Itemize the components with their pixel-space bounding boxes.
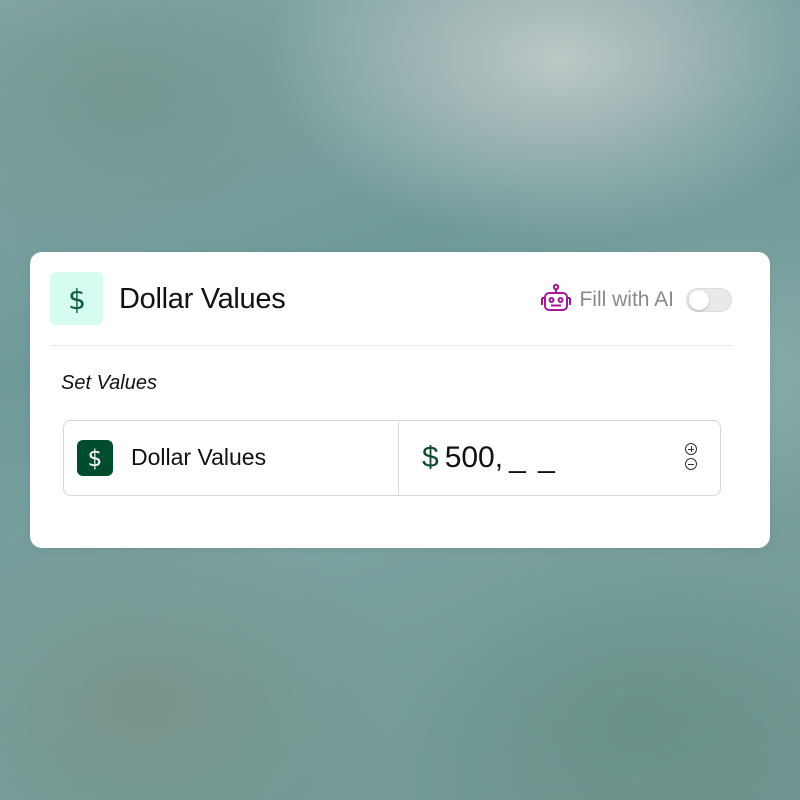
fill-with-ai-toggle[interactable] xyxy=(686,288,732,312)
dollar-value-input[interactable]: $ 500, _ _ xyxy=(422,441,557,475)
robot-icon xyxy=(539,283,573,317)
section-label: Set Values xyxy=(61,372,157,394)
dollar-icon: $ xyxy=(77,440,113,476)
fill-with-ai-control[interactable]: Fill with AI xyxy=(539,283,732,317)
dollar-icon: $ xyxy=(50,272,103,325)
value-mask: _ _ xyxy=(509,441,557,474)
column-divider xyxy=(398,421,399,495)
dollar-value-row: $ Dollar Values $ 500, _ _ xyxy=(63,420,721,496)
header-divider xyxy=(50,345,732,346)
value-stepper[interactable] xyxy=(683,443,699,477)
svg-text:$: $ xyxy=(68,284,86,314)
card-title: Dollar Values xyxy=(119,283,286,315)
fill-with-ai-label: Fill with AI xyxy=(579,288,674,311)
dollar-values-card: $ Dollar Values Fill with AI Set Values … xyxy=(30,252,770,548)
toggle-knob xyxy=(689,290,709,310)
value-text: 500, xyxy=(444,441,504,474)
minus-circle-icon[interactable] xyxy=(685,458,697,470)
field-label: Dollar Values xyxy=(131,444,267,470)
currency-symbol: $ xyxy=(422,441,439,474)
plus-circle-icon[interactable] xyxy=(685,443,697,455)
card-header: $ Dollar Values Fill with AI xyxy=(50,272,732,326)
svg-text:$: $ xyxy=(88,446,103,471)
